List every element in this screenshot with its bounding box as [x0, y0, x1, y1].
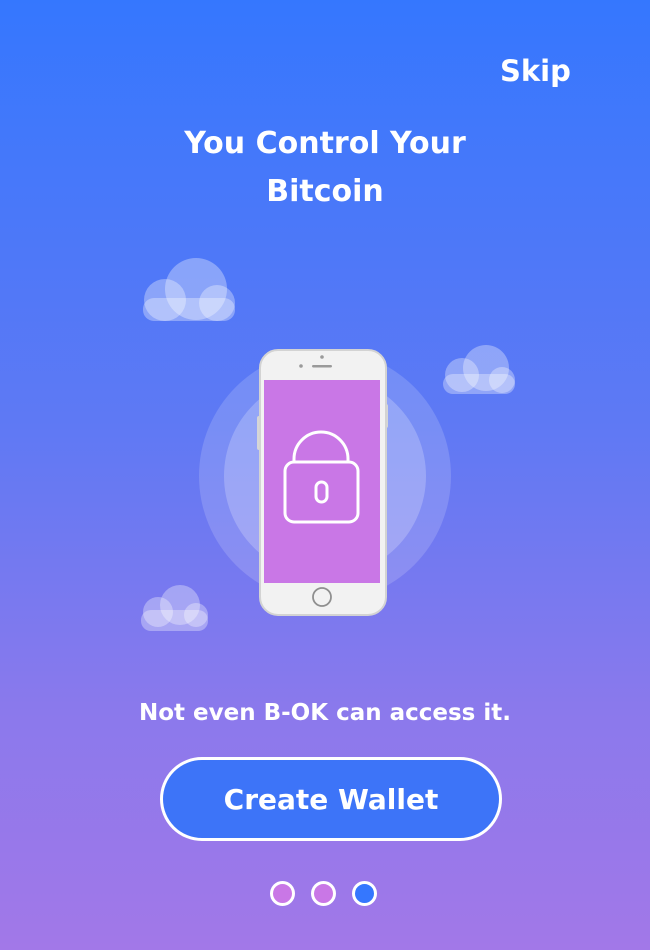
padlock-icon	[283, 430, 360, 524]
page-dot-2[interactable]	[311, 881, 336, 906]
page-dot-3-active[interactable]	[352, 881, 377, 906]
create-wallet-button[interactable]: Create Wallet	[160, 757, 502, 841]
cloud-icon	[443, 345, 515, 394]
page-dot-1[interactable]	[270, 881, 295, 906]
cloud-icon	[141, 585, 208, 631]
title-line-1: You Control Your	[184, 126, 466, 161]
skip-button[interactable]: Skip	[500, 54, 580, 88]
page-title: You Control Your Bitcoin	[125, 120, 525, 216]
onboarding-screen: Skip You Control Your Bitcoin Not even B…	[0, 0, 650, 950]
subtitle: Not even B-OK can access it.	[138, 700, 511, 726]
smartphone-icon	[257, 349, 388, 616]
cloud-icon	[143, 258, 235, 321]
page-indicator	[270, 881, 380, 907]
halo-inner	[224, 375, 426, 577]
halo-outer	[199, 350, 451, 602]
title-line-2: Bitcoin	[266, 174, 384, 209]
